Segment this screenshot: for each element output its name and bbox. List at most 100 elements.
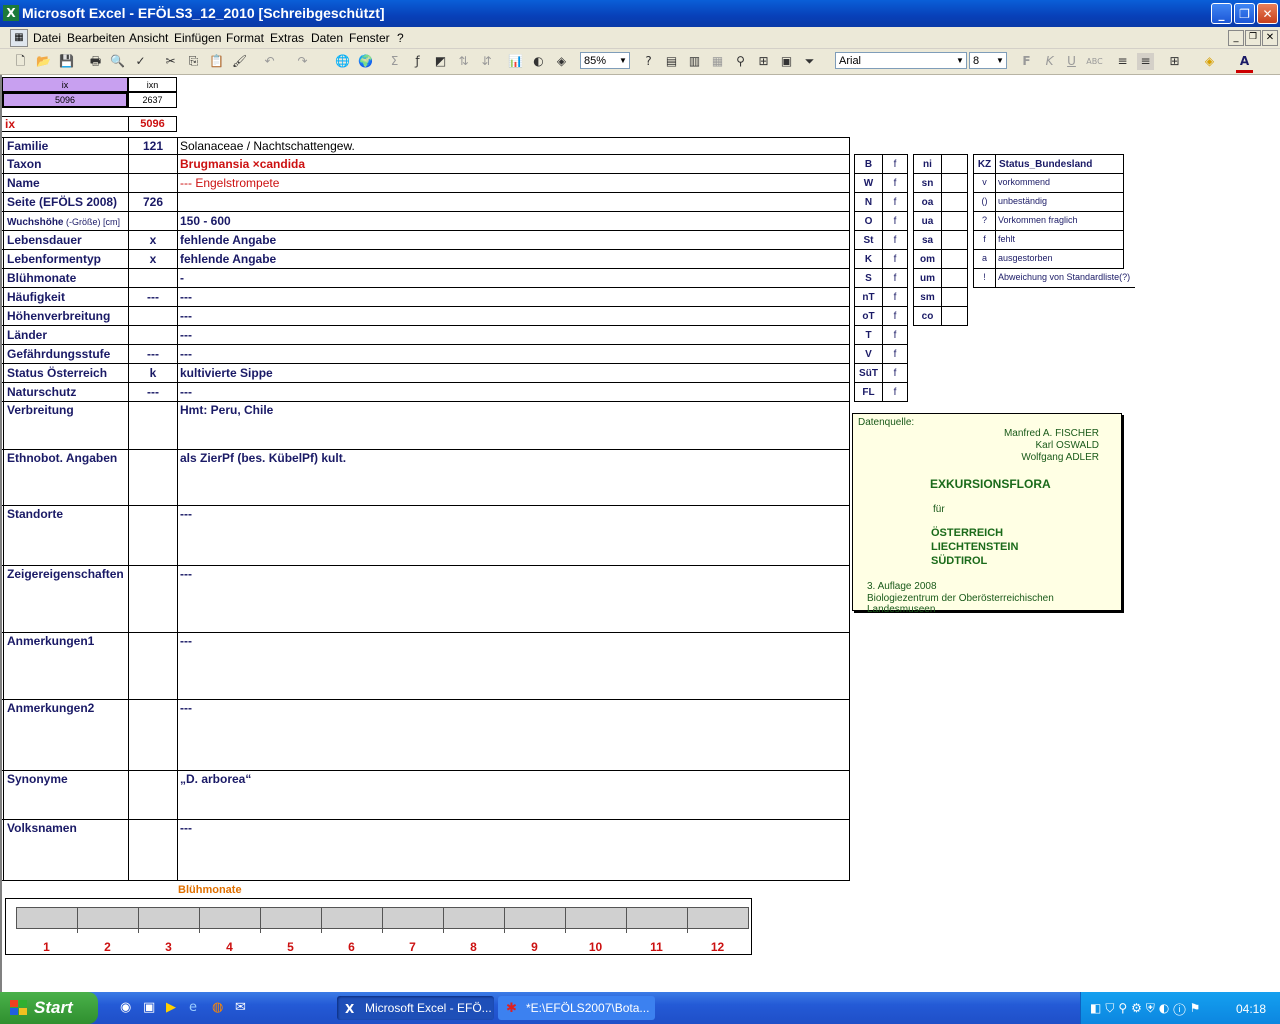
region2-code-cell[interactable]: co bbox=[913, 306, 942, 326]
underline-icon[interactable]: U bbox=[1063, 53, 1080, 70]
function-icon[interactable]: ƒ bbox=[409, 53, 426, 70]
row-value-cell[interactable]: --- bbox=[178, 288, 849, 306]
region2-status-cell[interactable] bbox=[941, 268, 968, 288]
row-code-cell[interactable] bbox=[129, 820, 177, 880]
ie-icon[interactable]: e bbox=[189, 1000, 205, 1016]
region-code-cell[interactable]: N bbox=[854, 192, 883, 212]
row-code-cell[interactable]: --- bbox=[129, 383, 177, 401]
region-code-cell[interactable]: St bbox=[854, 230, 883, 250]
close-button[interactable]: ✕ bbox=[1257, 3, 1278, 24]
open-folder-icon[interactable]: 📂 bbox=[35, 53, 52, 70]
font-size-combo[interactable]: 8 ▼ bbox=[969, 52, 1007, 69]
region-code-cell[interactable]: W bbox=[854, 173, 883, 193]
sort-ascending-icon[interactable]: ⇅ bbox=[455, 53, 472, 70]
workbook-minimize-button[interactable]: _ bbox=[1228, 30, 1244, 46]
italic-icon[interactable]: K bbox=[1041, 53, 1058, 70]
calendar-icon[interactable]: ▦ bbox=[709, 53, 726, 70]
row-label-cell[interactable]: Blühmonate bbox=[4, 269, 128, 287]
workbook-close-button[interactable]: ✕ bbox=[1262, 30, 1278, 46]
row-label-cell[interactable]: Länder bbox=[4, 326, 128, 344]
region2-code-cell[interactable]: oa bbox=[913, 192, 942, 212]
task-other[interactable]: *E:\EFÖLS2007\Bota... bbox=[498, 996, 655, 1020]
spelling-icon[interactable]: ✓ bbox=[132, 53, 149, 70]
row-value-cell[interactable]: 150 - 600 bbox=[178, 212, 849, 230]
region-status-cell[interactable]: f bbox=[882, 211, 908, 231]
ix-number-cell[interactable]: 5096 bbox=[128, 116, 177, 132]
row-value-cell[interactable]: Solanaceae / Nachtschattengew. bbox=[178, 138, 849, 154]
row-value-cell[interactable]: --- bbox=[178, 307, 849, 325]
workbook-restore-button[interactable]: ❐ bbox=[1245, 30, 1261, 46]
quicklaunch-icon[interactable]: ✉ bbox=[235, 1000, 251, 1016]
row-label-cell[interactable]: Status Österreich bbox=[4, 364, 128, 382]
row-code-cell[interactable]: x bbox=[129, 250, 177, 268]
worksheet[interactable]: ix ixn 5096 2637 ix 5096 Familie 121 Solan… bbox=[0, 75, 1280, 992]
region-code-cell[interactable]: K bbox=[854, 249, 883, 269]
row-code-cell[interactable] bbox=[129, 269, 177, 287]
region2-status-cell[interactable] bbox=[941, 192, 968, 212]
format-painter-icon[interactable]: 🖌 bbox=[231, 53, 248, 70]
save-icon[interactable]: 💾 bbox=[58, 53, 75, 70]
row-value-cell[interactable]: --- bbox=[178, 506, 849, 565]
region-status-cell[interactable]: f bbox=[882, 173, 908, 193]
strikethrough-icon[interactable]: ABC bbox=[1086, 53, 1103, 70]
web-icon[interactable]: 🌍 bbox=[357, 53, 374, 70]
region2-code-cell[interactable]: um bbox=[913, 268, 942, 288]
data-source-box[interactable]: Datenquelle: Manfred A. FISCHER Karl OSW… bbox=[852, 413, 1122, 615]
row-code-cell[interactable] bbox=[129, 506, 177, 565]
row-value-cell[interactable]: fehlende Angabe bbox=[178, 250, 849, 268]
minimize-button[interactable]: _ bbox=[1211, 3, 1232, 24]
region-status-cell[interactable]: f bbox=[882, 192, 908, 212]
bold-icon[interactable]: F bbox=[1018, 53, 1035, 70]
row-value-cell[interactable]: Hmt: Peru, Chile bbox=[178, 402, 849, 449]
row-code-cell[interactable]: 121 bbox=[129, 138, 177, 154]
region2-code-cell[interactable]: sm bbox=[913, 287, 942, 307]
row-value-cell[interactable]: --- bbox=[178, 383, 849, 401]
row-label-cell[interactable]: Verbreitung bbox=[4, 402, 128, 449]
sheet-icon[interactable]: ▤ bbox=[663, 53, 680, 70]
region-code-cell[interactable]: T bbox=[854, 325, 883, 345]
row-value-cell[interactable]: Brugmansia ×candida bbox=[178, 155, 849, 173]
help-icon[interactable]: ? bbox=[640, 53, 657, 70]
region-code-cell[interactable]: S bbox=[854, 268, 883, 288]
row-label-cell[interactable]: Anmerkungen1 bbox=[4, 633, 128, 699]
new-file-icon[interactable]: 🗋 bbox=[12, 53, 29, 70]
row-value-cell[interactable]: - bbox=[178, 269, 849, 287]
region-status-cell[interactable]: f bbox=[882, 363, 908, 383]
workbook-icon[interactable]: ▦ bbox=[10, 29, 28, 47]
ixn-value-cell[interactable]: 2637 bbox=[128, 92, 177, 108]
task-excel[interactable]: Microsoft Excel - EFÖ... bbox=[337, 996, 494, 1020]
ixn-header-cell[interactable]: ixn bbox=[128, 77, 177, 92]
row-label-cell[interactable]: Ethnobot. Angaben bbox=[4, 450, 128, 505]
align-center-icon[interactable]: ≡ bbox=[1137, 53, 1154, 70]
region-status-cell[interactable]: f bbox=[882, 306, 908, 326]
menu-datei[interactable]: Datei bbox=[33, 31, 61, 45]
row-code-cell[interactable] bbox=[129, 450, 177, 505]
ix-label-cell[interactable]: ix bbox=[2, 116, 128, 132]
fill-color-icon[interactable]: ◈ bbox=[1201, 53, 1218, 70]
row-label-cell[interactable]: Zeigereigenschaften bbox=[4, 566, 128, 632]
row-value-cell[interactable]: kultivierte Sippe bbox=[178, 364, 849, 382]
row-value-cell[interactable]: --- bbox=[178, 633, 849, 699]
row-code-cell[interactable]: x bbox=[129, 231, 177, 249]
row-code-cell[interactable] bbox=[129, 155, 177, 173]
row-value-cell[interactable]: --- bbox=[178, 566, 849, 632]
row-code-cell[interactable] bbox=[129, 566, 177, 632]
row-label-cell[interactable]: Taxon bbox=[4, 155, 128, 173]
region2-status-cell[interactable] bbox=[941, 211, 968, 231]
binoculars-icon[interactable]: ⚲ bbox=[732, 53, 749, 70]
row-label-cell[interactable]: Wuchshöhe (-Größe) [cm] bbox=[4, 212, 128, 230]
region-status-cell[interactable]: f bbox=[882, 249, 908, 269]
row-value-cell[interactable]: --- bbox=[178, 326, 849, 344]
menu-extras[interactable]: Extras bbox=[270, 31, 304, 45]
row-label-cell[interactable]: Gefährdungsstufe bbox=[4, 345, 128, 363]
region2-code-cell[interactable]: sa bbox=[913, 230, 942, 250]
excel-app-icon[interactable]: X bbox=[3, 5, 19, 21]
region-code-cell[interactable]: nT bbox=[854, 287, 883, 307]
menu-format[interactable]: Format bbox=[226, 31, 264, 45]
row-label-cell[interactable]: Lebenformentyp bbox=[4, 250, 128, 268]
align-left-icon[interactable]: ≡ bbox=[1114, 53, 1131, 70]
merge-icon[interactable]: ⊞ bbox=[755, 53, 772, 70]
menu-ansicht[interactable]: Ansicht bbox=[129, 31, 168, 45]
undo-icon[interactable]: ↶ bbox=[261, 53, 278, 70]
row-label-cell[interactable]: Häufigkeit bbox=[4, 288, 128, 306]
